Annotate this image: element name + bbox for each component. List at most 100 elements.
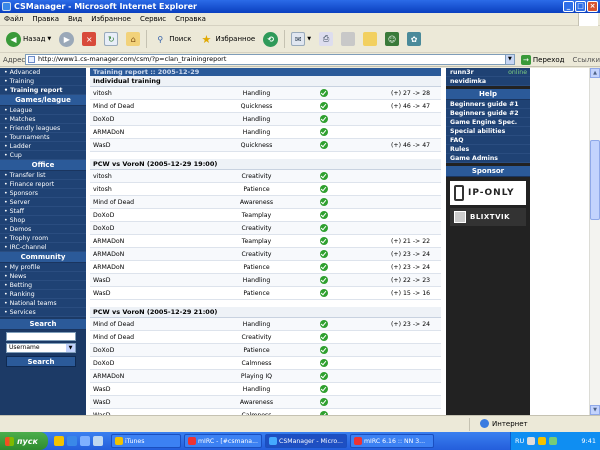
sidebar-item-server[interactable]: • Server — [0, 198, 86, 207]
sidebar-item-trophy-room[interactable]: • Trophy room — [0, 234, 86, 243]
help-item-special-abilities[interactable]: Special abilities — [446, 127, 530, 136]
player-name[interactable]: Mind of Dead — [90, 334, 215, 341]
sidebar-item-finance-report[interactable]: • Finance report — [0, 180, 86, 189]
sidebar-item-betting[interactable]: • Betting — [0, 281, 86, 290]
scroll-thumb[interactable] — [590, 140, 600, 220]
online-user[interactable]: runn3r online — [446, 68, 530, 77]
player-name[interactable]: Mind of Dead — [90, 199, 215, 206]
sidebar-item-matches[interactable]: • Matches — [0, 115, 86, 124]
online-user[interactable]: nevidimka — [446, 77, 530, 86]
player-name[interactable]: ARMADoN — [90, 238, 215, 245]
help-item-beginners-guide-2[interactable]: Beginners guide #2 — [446, 109, 530, 118]
tray-icon[interactable] — [538, 437, 547, 445]
task-mirc-2[interactable]: mIRC 6.16 :: NN 3... — [350, 434, 434, 448]
player-name[interactable]: ARMADoN — [90, 373, 215, 380]
messenger-button[interactable]: ☺ — [383, 28, 401, 50]
favorites-button[interactable]: ★ Избранное — [197, 28, 257, 50]
scroll-up-icon[interactable]: ▲ — [590, 68, 600, 78]
sidebar-item-staff[interactable]: • Staff — [0, 207, 86, 216]
task-mirc[interactable]: mIRC - [#csmana... — [184, 434, 262, 448]
tray-icon[interactable] — [549, 437, 558, 445]
player-name[interactable]: WasD — [90, 399, 215, 406]
player-name[interactable]: DoXoD — [90, 116, 215, 123]
quicklaunch-icon[interactable] — [67, 436, 77, 446]
player-name[interactable]: vitosh — [90, 90, 215, 97]
quicklaunch-icon[interactable] — [54, 436, 64, 446]
player-name[interactable]: ARMADoN — [90, 129, 215, 136]
search-input[interactable] — [6, 332, 76, 341]
player-name[interactable]: WasD — [90, 277, 215, 284]
player-name[interactable]: ARMADoN — [90, 251, 215, 258]
menu-file[interactable]: Файл — [4, 15, 23, 23]
player-name[interactable]: Mind of Dead — [90, 103, 215, 110]
player-name[interactable]: Mind of Dead — [90, 321, 215, 328]
player-name[interactable]: WasD — [90, 142, 215, 149]
folder-button[interactable] — [361, 28, 379, 50]
search-type-select[interactable]: Username ▼ — [6, 343, 76, 353]
help-item-beginners-guide-1[interactable]: Beginners guide #1 — [446, 100, 530, 109]
mail-button[interactable]: ✉ ▼ — [289, 28, 313, 50]
sidebar-item-league[interactable]: • League — [0, 106, 86, 115]
refresh-button[interactable]: ↻ — [102, 28, 120, 50]
scroll-down-icon[interactable]: ▼ — [590, 405, 600, 415]
sidebar-item-my-profile[interactable]: • My profile — [0, 263, 86, 272]
edit-button[interactable] — [339, 28, 357, 50]
sidebar-item-services[interactable]: • Services — [0, 308, 86, 317]
quicklaunch-icon[interactable] — [93, 436, 103, 446]
player-name[interactable]: DoXoD — [90, 225, 215, 232]
sidebar-item-sponsors[interactable]: • Sponsors — [0, 189, 86, 198]
sidebar-item-friendly-leagues[interactable]: • Friendly leagues — [0, 124, 86, 133]
tray-icon[interactable] — [527, 437, 536, 445]
go-button[interactable]: → Переход — [520, 54, 564, 65]
player-name[interactable]: vitosh — [90, 173, 215, 180]
sidebar-item-shop[interactable]: • Shop — [0, 216, 86, 225]
quicklaunch-icon[interactable] — [80, 436, 90, 446]
menu-view[interactable]: Вид — [68, 15, 82, 23]
sidebar-item-tournaments[interactable]: • Tournaments — [0, 133, 86, 142]
search-submit-button[interactable]: Search — [6, 356, 76, 367]
print-button[interactable]: ⎙ — [317, 28, 335, 50]
task-csmanager[interactable]: CSManager - Micro... — [265, 434, 347, 448]
sidebar-item-ranking[interactable]: • Ranking — [0, 290, 86, 299]
sponsor-banner-blixtvik[interactable]: BLIXTVIK — [450, 208, 526, 226]
player-name[interactable]: DoXoD — [90, 212, 215, 219]
sidebar-item-national-teams[interactable]: • National teams — [0, 299, 86, 308]
forward-button[interactable]: ▶ — [57, 28, 76, 50]
address-input[interactable]: http://www1.cs-manager.com/csm/?p=clan_t… — [25, 54, 507, 65]
search-button[interactable]: ⚲ Поиск — [151, 28, 193, 50]
player-name[interactable]: WasD — [90, 290, 215, 297]
sidebar-item-ladder[interactable]: • Ladder — [0, 142, 86, 151]
plugin-button[interactable]: ✿ — [405, 28, 423, 50]
address-dropdown-icon[interactable]: ▼ — [505, 54, 515, 65]
sidebar-item-irc-channel[interactable]: • IRC-channel — [0, 243, 86, 252]
menu-favorites[interactable]: Избранное — [91, 15, 131, 23]
sidebar-item-training[interactable]: • Training — [0, 77, 86, 86]
back-button[interactable]: ◀ Назад ▼ — [4, 28, 53, 50]
maximize-button[interactable]: □ — [575, 1, 586, 12]
home-button[interactable]: ⌂ — [124, 28, 142, 50]
player-name[interactable]: ARMADoN — [90, 264, 215, 271]
player-name[interactable]: DoXoD — [90, 347, 215, 354]
stop-button[interactable]: × — [80, 28, 98, 50]
sidebar-item-transfer-list[interactable]: • Transfer list — [0, 171, 86, 180]
start-button[interactable]: пуск — [0, 432, 48, 450]
language-indicator[interactable]: RU — [515, 437, 524, 445]
sidebar-item-cup[interactable]: • Cup — [0, 151, 86, 160]
sidebar-item-news[interactable]: • News — [0, 272, 86, 281]
player-name[interactable]: WasD — [90, 386, 215, 393]
vertical-scrollbar[interactable]: ▲ ▼ — [589, 68, 600, 415]
menu-edit[interactable]: Правка — [32, 15, 59, 23]
help-item-game-engine-spec[interactable]: Game Engine Spec. — [446, 118, 530, 127]
task-itunes[interactable]: iTunes — [111, 434, 181, 448]
help-item-faq[interactable]: FAQ — [446, 136, 530, 145]
links-button[interactable]: Ссылки — [572, 56, 600, 64]
menu-tools[interactable]: Сервис — [140, 15, 166, 23]
sidebar-item-demos[interactable]: • Demos — [0, 225, 86, 234]
sidebar-item-training-report[interactable]: • Training report — [0, 86, 86, 95]
help-item-rules[interactable]: Rules — [446, 145, 530, 154]
close-button[interactable]: × — [587, 1, 598, 12]
history-button[interactable]: ⟲ — [261, 28, 280, 50]
minimize-button[interactable]: _ — [563, 1, 574, 12]
sidebar-item-advanced[interactable]: • Advanced — [0, 68, 86, 77]
menu-help[interactable]: Справка — [175, 15, 206, 23]
